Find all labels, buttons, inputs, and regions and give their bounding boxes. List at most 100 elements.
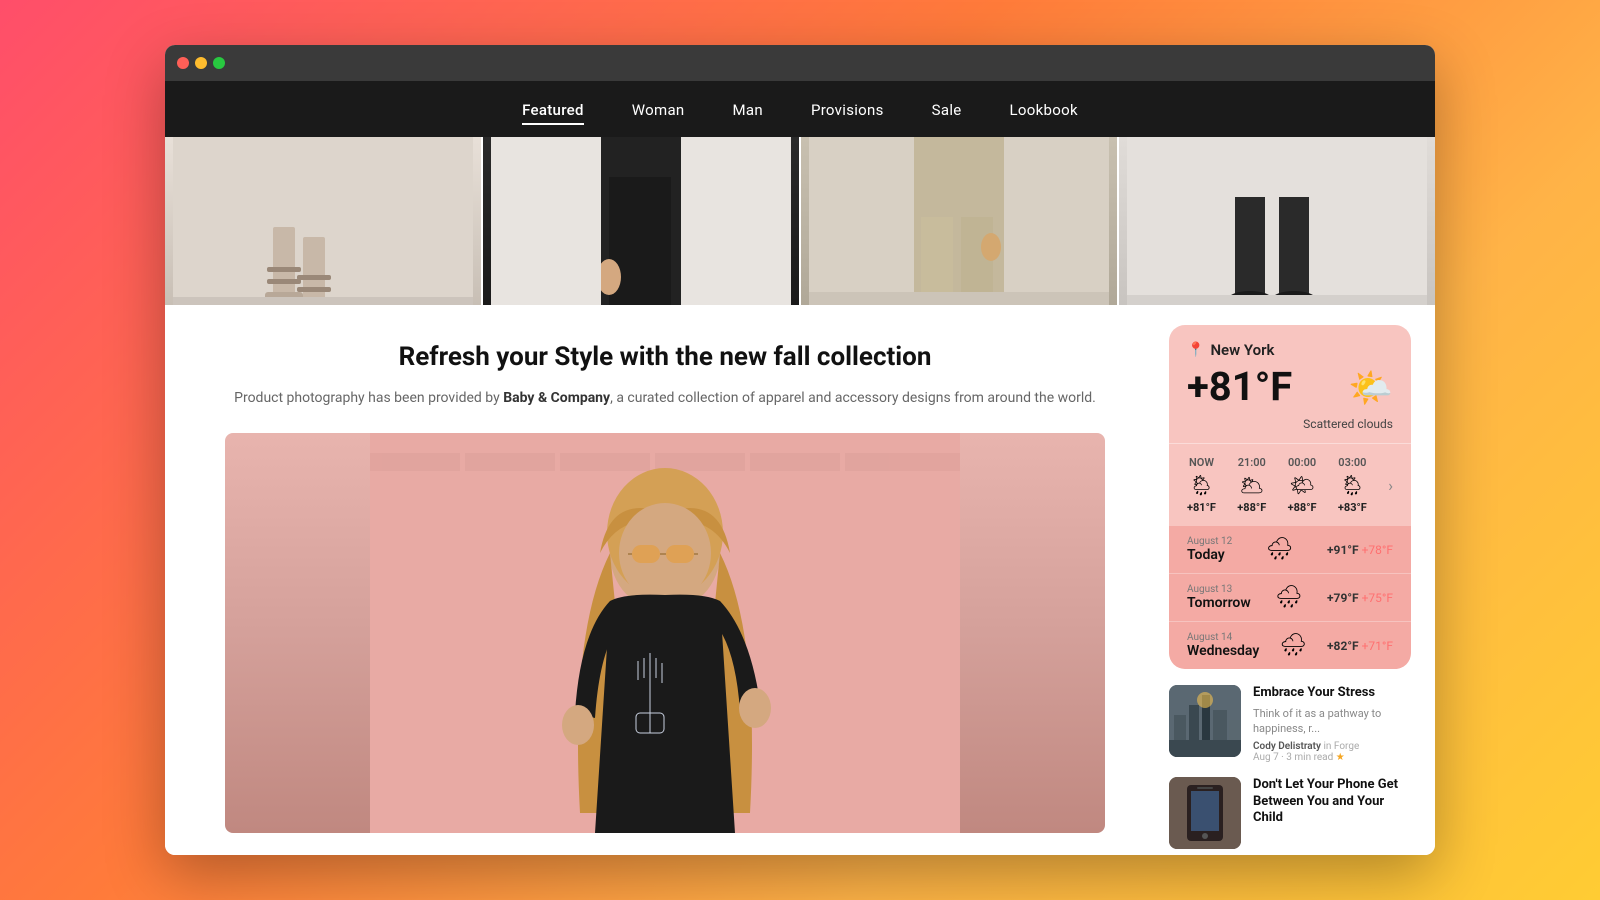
daily-row-wednesday: August 14 Wednesday 🌧 +82°F +71°F xyxy=(1169,621,1411,669)
weather-hour-now: NOW 🌦 +81°F xyxy=(1187,456,1216,514)
nav-link-featured[interactable]: Featured xyxy=(522,101,584,125)
section-desc: Product photography has been provided by… xyxy=(225,387,1105,409)
hour-label-1: 21:00 xyxy=(1238,456,1266,469)
hour-icon-3: 🌦 xyxy=(1340,473,1365,497)
daily-row-tomorrow: August 13 Tomorrow 🌧 +79°F +75°F xyxy=(1169,573,1411,621)
hour-label-3: 03:00 xyxy=(1338,456,1366,469)
daily-icon-1: 🌧 xyxy=(1275,585,1303,610)
desc-post: , a curated collection of apparel and ac… xyxy=(610,390,1096,406)
hero-image-4 xyxy=(1117,137,1435,305)
daily-icon-2: 🌧 xyxy=(1279,633,1307,658)
daily-icon-0: 🌧 xyxy=(1266,537,1294,562)
weather-desc: Scattered clouds xyxy=(1303,417,1393,431)
blog-img-0 xyxy=(1169,685,1241,757)
daily-date-label-0: August 12 xyxy=(1187,536,1232,547)
brand-name: Baby & Company xyxy=(503,390,610,406)
weather-location: 📍 New York xyxy=(1187,341,1393,359)
nav-link-provisions[interactable]: Provisions xyxy=(811,101,884,123)
hour-label-2: 00:00 xyxy=(1288,456,1316,469)
weather-hour-00: 00:00 🌤 +88°F xyxy=(1288,456,1317,514)
weather-hour-21: 21:00 🌥 +88°F xyxy=(1237,456,1266,514)
daily-date-label-2: August 14 xyxy=(1187,632,1259,643)
daily-temps-2: +82°F +71°F xyxy=(1327,639,1393,653)
blog-card-0: Embrace Your Stress Think of it as a pat… xyxy=(1169,685,1411,763)
nav-items: Featured Woman Man Provisions Sale Lookb… xyxy=(522,100,1078,119)
main-content: Refresh your Style with the new fall col… xyxy=(165,305,1435,855)
blog-card-1: Don't Let Your Phone Get Between You and… xyxy=(1169,777,1411,849)
daily-date-label-1: August 13 xyxy=(1187,584,1251,595)
dot-red[interactable] xyxy=(177,57,189,69)
weather-top: 📍 New York +81°F 🌤️ Scattered clouds xyxy=(1169,325,1411,443)
location-name: New York xyxy=(1210,341,1274,359)
weather-temp: +81°F xyxy=(1187,367,1292,407)
nav-item-provisions[interactable]: Provisions xyxy=(811,100,884,119)
nav-item-featured[interactable]: Featured xyxy=(522,100,584,119)
content-left: Refresh your Style with the new fall col… xyxy=(165,305,1145,855)
browser-window: Featured Woman Man Provisions Sale Lookb… xyxy=(165,45,1435,855)
daily-day-0: Today xyxy=(1187,547,1232,563)
daily-temps-0: +91°F +78°F xyxy=(1327,543,1393,557)
hero-image-1 xyxy=(165,137,481,305)
content-right: 📍 New York +81°F 🌤️ Scattered clouds xyxy=(1145,305,1435,855)
daily-low-1: +75°F xyxy=(1362,591,1393,605)
hour-icon-2: 🌤 xyxy=(1289,473,1314,497)
daily-date-wednesday: August 14 Wednesday xyxy=(1187,632,1259,659)
blog-img-1 xyxy=(1169,777,1241,849)
nav-item-lookbook[interactable]: Lookbook xyxy=(1010,100,1078,119)
person-photo xyxy=(225,433,1105,833)
daily-day-1: Tomorrow xyxy=(1187,595,1251,611)
blog-title-1: Don't Let Your Phone Get Between You and… xyxy=(1253,777,1411,828)
blog-author-0: Cody Delistraty xyxy=(1253,741,1321,752)
hour-temp-1: +88°F xyxy=(1237,501,1266,514)
weather-daily: August 12 Today 🌧 +91°F +78°F August 13 … xyxy=(1169,526,1411,669)
weather-icon-main: 🌤️ xyxy=(1303,367,1393,409)
hour-temp-3: +83°F xyxy=(1338,501,1367,514)
hero-image-2 xyxy=(481,137,799,305)
nav-link-man[interactable]: Man xyxy=(732,101,762,123)
weather-widget: 📍 New York +81°F 🌤️ Scattered clouds xyxy=(1169,325,1411,669)
section-title: Refresh your Style with the new fall col… xyxy=(225,341,1105,375)
daily-low-0: +78°F xyxy=(1362,543,1393,557)
blog-date-0: Aug 7 · 3 min read xyxy=(1253,752,1336,763)
nav-link-lookbook[interactable]: Lookbook xyxy=(1010,101,1078,123)
hour-temp-2: +88°F xyxy=(1288,501,1317,514)
blog-excerpt-0: Think of it as a pathway to happiness, r… xyxy=(1253,706,1411,737)
nav-item-sale[interactable]: Sale xyxy=(932,100,962,119)
blog-title-0: Embrace Your Stress xyxy=(1253,685,1411,702)
daily-day-2: Wednesday xyxy=(1187,643,1259,659)
nav-item-woman[interactable]: Woman xyxy=(632,100,685,119)
hour-icon-0: 🌦 xyxy=(1189,473,1214,497)
location-icon: 📍 xyxy=(1187,342,1204,358)
product-image xyxy=(225,433,1105,833)
dot-yellow[interactable] xyxy=(195,57,207,69)
hourly-chevron[interactable]: › xyxy=(1388,476,1393,495)
daily-row-today: August 12 Today 🌧 +91°F +78°F xyxy=(1169,526,1411,573)
weather-hourly: NOW 🌦 +81°F 21:00 🌥 +88°F 00:00 🌤 +88°F xyxy=(1169,443,1411,526)
blog-city-image xyxy=(1169,685,1241,757)
nav-item-man[interactable]: Man xyxy=(732,100,762,119)
hour-temp-0: +81°F xyxy=(1187,501,1216,514)
weather-hour-03: 03:00 🌦 +83°F xyxy=(1338,456,1367,514)
desc-pre: Product photography has been provided by xyxy=(234,390,503,406)
blog-source-0: in Forge xyxy=(1323,741,1359,752)
daily-date-today: August 12 Today xyxy=(1187,536,1232,563)
nav-link-woman[interactable]: Woman xyxy=(632,101,685,123)
browser-dots xyxy=(177,57,225,69)
dot-green[interactable] xyxy=(213,57,225,69)
blog-phone-image xyxy=(1169,777,1241,849)
daily-temps-1: +79°F +75°F xyxy=(1327,591,1393,605)
nav-link-sale[interactable]: Sale xyxy=(932,101,962,123)
weather-main: +81°F 🌤️ Scattered clouds xyxy=(1187,367,1393,431)
blog-meta-0: Cody Delistraty in Forge Aug 7 · 3 min r… xyxy=(1253,741,1411,763)
browser-titlebar xyxy=(165,45,1435,81)
hour-label-0: NOW xyxy=(1189,456,1214,469)
blog-content-1: Don't Let Your Phone Get Between You and… xyxy=(1253,777,1411,849)
main-nav: Featured Woman Man Provisions Sale Lookb… xyxy=(165,81,1435,137)
blog-star-0: ★ xyxy=(1336,752,1345,763)
daily-date-tomorrow: August 13 Tomorrow xyxy=(1187,584,1251,611)
hour-icon-1: 🌥 xyxy=(1239,473,1264,497)
hero-image-3 xyxy=(799,137,1117,305)
hero-images xyxy=(165,137,1435,305)
daily-low-2: +71°F xyxy=(1362,639,1393,653)
blog-content-0: Embrace Your Stress Think of it as a pat… xyxy=(1253,685,1411,763)
